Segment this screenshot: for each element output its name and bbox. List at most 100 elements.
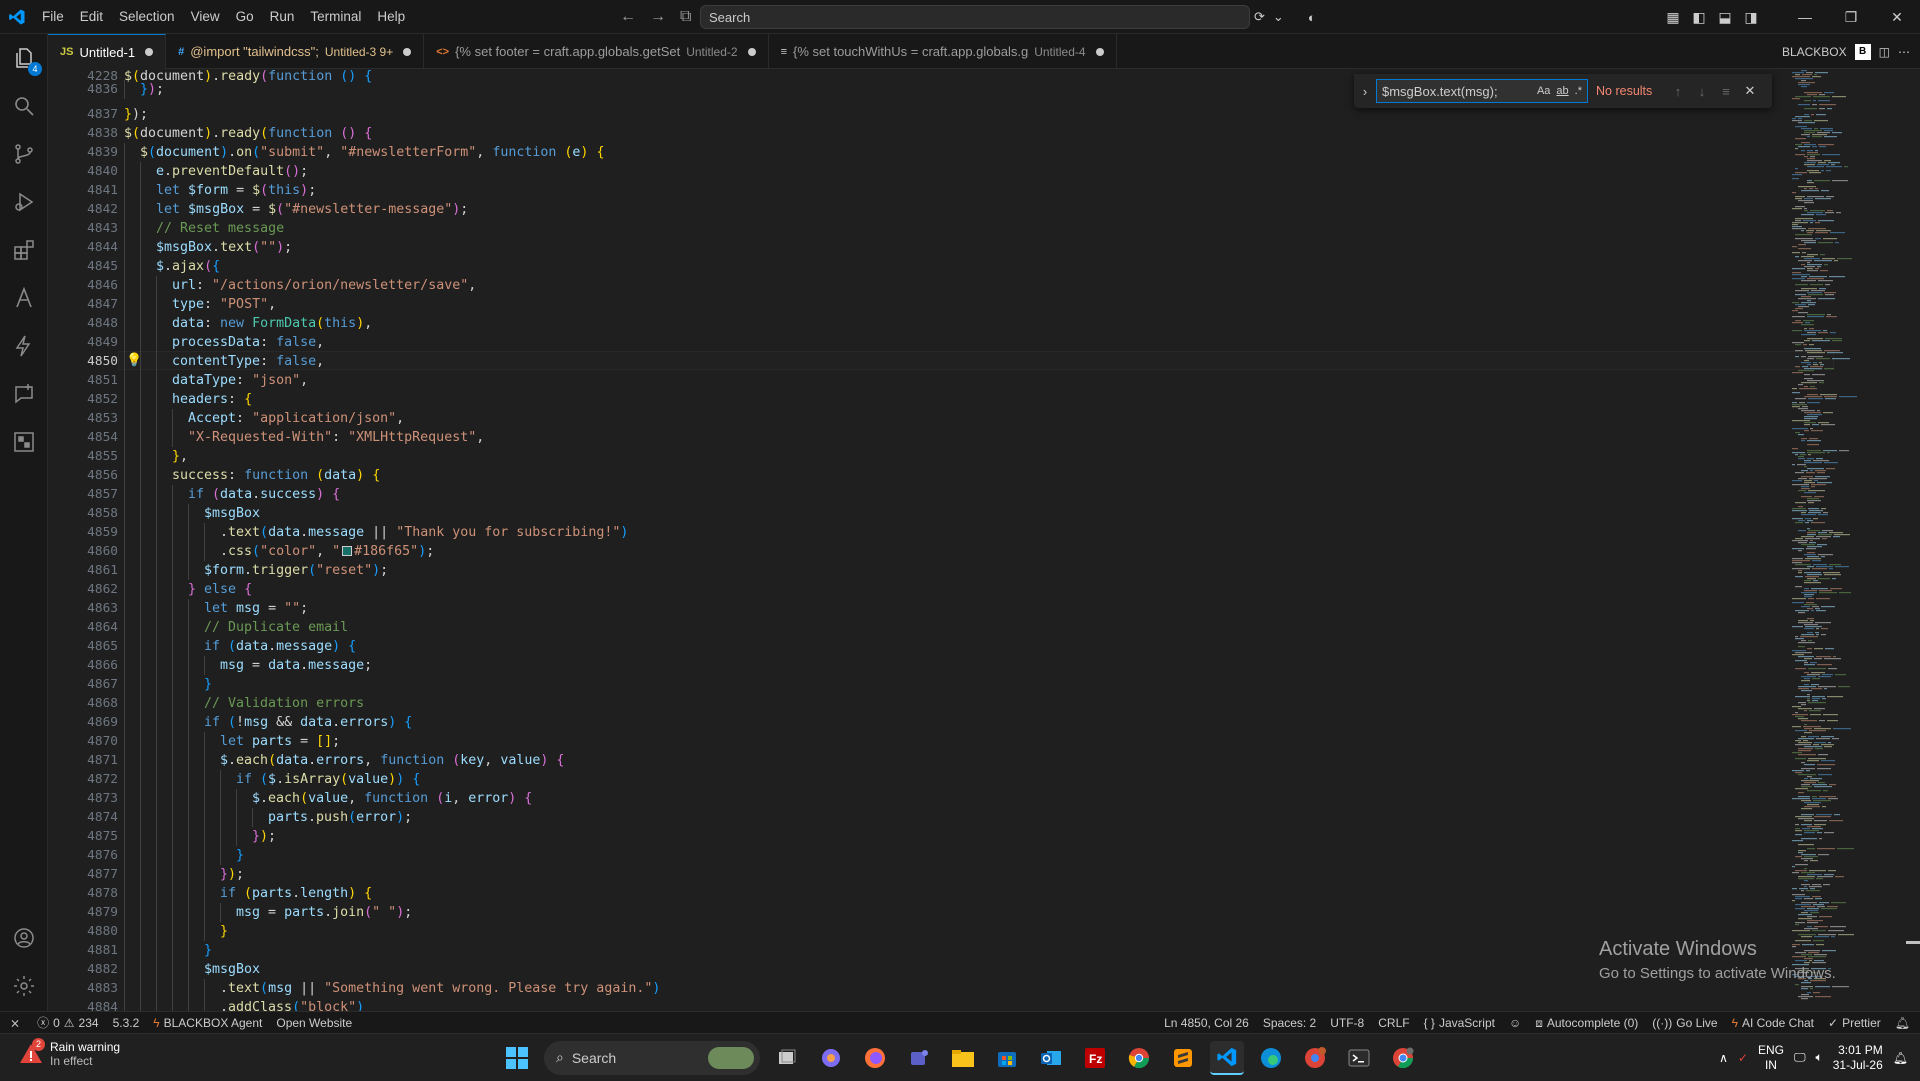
cursor-position[interactable]: Ln 4850, Col 26: [1157, 1016, 1256, 1030]
show-hidden-icons[interactable]: ∧: [1719, 1051, 1728, 1065]
blackbox-logo-icon[interactable]: B: [1854, 43, 1871, 60]
microsoft-store-icon[interactable]: [990, 1041, 1024, 1075]
unsaved-dot-icon[interactable]: [403, 47, 412, 56]
close-find-icon[interactable]: ✕: [1738, 83, 1762, 99]
restore-icon[interactable]: ❐: [1828, 0, 1874, 34]
copilot-icon[interactable]: ⟳: [1254, 9, 1265, 25]
menu-view[interactable]: View: [183, 0, 228, 34]
vertical-scrollbar[interactable]: [1906, 69, 1920, 1011]
unsaved-dot-icon[interactable]: [1095, 47, 1104, 56]
match-case-toggle[interactable]: Aa: [1537, 85, 1550, 97]
copilot-status-icon[interactable]: ☺: [1502, 1016, 1528, 1030]
blackbox-icon[interactable]: [0, 418, 48, 466]
windows-start-icon[interactable]: [500, 1041, 534, 1075]
chrome-alt-icon[interactable]: [1386, 1041, 1420, 1075]
autocomplete[interactable]: ⧈ Autocomplete (0): [1528, 1016, 1645, 1031]
search-icon[interactable]: [0, 82, 48, 130]
chevron-down-icon[interactable]: ⌄: [1273, 9, 1284, 25]
explorer-icon[interactable]: 4: [0, 34, 48, 82]
find-input[interactable]: $msgBox.text(msg); Aa ab .*: [1376, 79, 1588, 103]
version-label[interactable]: 5.3.2: [106, 1016, 147, 1030]
more-actions-icon[interactable]: ⋯: [1898, 45, 1910, 59]
run-debug-icon[interactable]: [0, 178, 48, 226]
prettier[interactable]: ✓ Prettier: [1821, 1016, 1888, 1030]
problems-indicator[interactable]: ⓧ 0 ⚠ 234: [30, 1014, 106, 1031]
settings-gear-icon[interactable]: [0, 962, 48, 1010]
chat-icon[interactable]: [0, 370, 48, 418]
toggle-secondary-sidebar-icon[interactable]: ◨: [1738, 0, 1764, 34]
minimize-icon[interactable]: —: [1782, 0, 1828, 34]
vscode-taskbar-icon[interactable]: [1210, 1040, 1244, 1075]
taskbar-search[interactable]: ⌕ Search: [544, 1040, 760, 1075]
go-live[interactable]: ((·)) Go Live: [1645, 1016, 1724, 1030]
teams-icon[interactable]: [902, 1041, 936, 1075]
menu-terminal[interactable]: Terminal: [302, 0, 369, 34]
menu-help[interactable]: Help: [369, 0, 413, 34]
chrome-profile-icon[interactable]: [1298, 1041, 1332, 1075]
tab-untitled-4[interactable]: ≡ {% set touchWithUs = craft.app.globals…: [769, 34, 1117, 69]
menu-selection[interactable]: Selection: [111, 0, 183, 34]
unsaved-dot-icon[interactable]: [145, 48, 154, 56]
close-icon[interactable]: ✕: [1874, 0, 1920, 34]
toggle-panel-icon[interactable]: ⬓: [1712, 0, 1738, 34]
customize-layout-icon[interactable]: ▦: [1660, 0, 1686, 34]
antivirus-icon[interactable]: ✓: [1738, 1051, 1748, 1065]
network-icon[interactable]: 🖵︎: [1794, 1050, 1806, 1065]
copilot-app-icon[interactable]: [814, 1041, 848, 1075]
tab-untitled-2[interactable]: <> {% set footer = craft.app.globals.get…: [424, 34, 769, 69]
command-center-search[interactable]: Search: [700, 5, 1250, 29]
tab-untitled-3[interactable]: # @import "tailwindcss"; Untitled-3 9+: [166, 34, 425, 69]
weather-widget[interactable]: 2 Rain warning In effect: [18, 1038, 120, 1068]
toggle-replace-icon[interactable]: ›: [1354, 84, 1376, 99]
previous-match-icon[interactable]: ↑: [1666, 84, 1690, 99]
chrome-icon[interactable]: [1122, 1041, 1156, 1075]
file-explorer-icon[interactable]: [946, 1041, 980, 1075]
match-word-toggle[interactable]: ab: [1556, 85, 1568, 97]
back-arrow-icon[interactable]: ←: [620, 8, 636, 26]
code-editor[interactable]: 4228 4836 4837 4838 4839 4840 4841 4842 4843 4844…: [48, 69, 1920, 1011]
accounts-icon[interactable]: [0, 914, 48, 962]
open-website[interactable]: Open Website: [269, 1016, 359, 1030]
source-control-icon[interactable]: [0, 130, 48, 178]
accounts-shield-icon[interactable]: ◐: [1308, 10, 1316, 25]
task-view-icon[interactable]: [770, 1041, 804, 1075]
extensions-icon[interactable]: [0, 226, 48, 274]
menu-file[interactable]: File: [34, 0, 72, 34]
menu-run[interactable]: Run: [262, 0, 303, 34]
menu-edit[interactable]: Edit: [72, 0, 111, 34]
clock[interactable]: 3:01 PM 31-Jul-26: [1833, 1043, 1883, 1073]
forward-arrow-icon[interactable]: →: [650, 8, 666, 26]
find-in-selection-icon[interactable]: ≡: [1714, 84, 1738, 99]
remote-explorer-icon[interactable]: [0, 274, 48, 322]
input-language[interactable]: ENG IN: [1758, 1043, 1784, 1073]
notifications-icon[interactable]: 🔔︎: [1893, 1051, 1908, 1065]
remote-indicator-icon[interactable]: ⨯: [0, 1016, 30, 1030]
scrollbar-thumb[interactable]: [1906, 941, 1920, 944]
language-mode[interactable]: { } JavaScript: [1417, 1016, 1502, 1030]
notifications-bell-icon[interactable]: 🔔︎: [1888, 1016, 1920, 1030]
toggle-sidebar-icon[interactable]: ◧: [1686, 0, 1712, 34]
unsaved-dot-icon[interactable]: [747, 47, 756, 56]
indentation[interactable]: Spaces: 2: [1256, 1016, 1323, 1030]
code-content[interactable]: $(document).ready(function () {});}); $(d…: [124, 69, 1824, 1011]
minimap[interactable]: [1788, 70, 1876, 1010]
filezilla-icon[interactable]: Fz: [1078, 1041, 1112, 1075]
blackbox-label[interactable]: BLACKBOX: [1782, 45, 1847, 59]
ai-code-chat[interactable]: ϟ AI Code Chat: [1725, 1016, 1821, 1030]
blackbox-agent[interactable]: ϟ BLACKBOX Agent: [146, 1016, 269, 1030]
tab-untitled-1[interactable]: JS Untitled-1: [48, 34, 167, 69]
volume-icon[interactable]: 🔈︎: [1816, 1050, 1823, 1065]
edge-icon[interactable]: [1254, 1041, 1288, 1075]
outlook-icon[interactable]: [1034, 1041, 1068, 1075]
firefox-icon[interactable]: [858, 1041, 892, 1075]
regex-toggle[interactable]: .*: [1575, 85, 1582, 97]
lightning-icon[interactable]: [0, 322, 48, 370]
new-window-icon[interactable]: ⧉: [680, 8, 691, 26]
terminal-icon[interactable]: [1342, 1041, 1376, 1075]
line-ending[interactable]: CRLF: [1371, 1016, 1416, 1030]
encoding[interactable]: UTF-8: [1323, 1016, 1371, 1030]
split-editor-icon[interactable]: ◫: [1879, 45, 1890, 59]
sublime-text-icon[interactable]: [1166, 1041, 1200, 1075]
next-match-icon[interactable]: ↓: [1690, 84, 1714, 99]
menu-go[interactable]: Go: [228, 0, 262, 34]
